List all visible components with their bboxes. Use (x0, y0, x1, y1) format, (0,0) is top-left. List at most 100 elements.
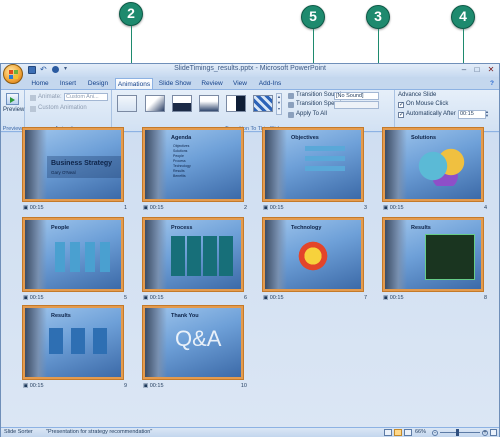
slide-number: 6 (243, 295, 247, 301)
slide-thumbnail[interactable]: Solutions (383, 128, 483, 201)
tab-home[interactable]: Home (27, 78, 53, 89)
gallery-scroll-icon[interactable]: ▲ ▼ ▾ (276, 93, 282, 115)
slide-thumbnail[interactable]: Objectives (263, 128, 363, 201)
zoom-in-icon[interactable]: + (482, 430, 488, 436)
custom-animation-icon (30, 106, 36, 112)
slide-thumbnail[interactable]: Agenda Objectives Solutions People Process Te… (143, 128, 243, 201)
slide-meta: ▣ 00:15 2 (143, 205, 247, 213)
zoom-slider-thumb[interactable] (456, 429, 459, 436)
tab-insert[interactable]: Insert (55, 78, 81, 89)
office-logo-icon (9, 70, 18, 79)
slide-building-image (385, 220, 407, 289)
tab-add-ins[interactable]: Add-Ins (255, 78, 285, 89)
slide-thumbnail[interactable]: Process (143, 218, 243, 291)
transition-fade-thumb[interactable] (145, 95, 165, 112)
slide-thumbnail[interactable]: People (23, 218, 123, 291)
slide-building-image (25, 220, 47, 289)
transition-checker-thumb[interactable] (253, 95, 273, 112)
slide-building-image (25, 130, 47, 199)
slide-timing: ▣ 00:15 (383, 295, 404, 301)
tab-slide-show[interactable]: Slide Show (156, 78, 194, 89)
maximize-button[interactable]: □ (471, 65, 483, 75)
slide-time: 00:15 (389, 205, 404, 211)
slide-building-image (145, 308, 167, 377)
slide-title: Results (411, 225, 431, 231)
screenshot: 2 5 3 4 ↶ ▾ SlideTimings_results.pptx - … (0, 0, 500, 437)
slide-number: 8 (483, 295, 487, 301)
office-button[interactable] (3, 64, 23, 84)
slide-thumbnail[interactable]: Results (383, 218, 483, 291)
slide-meta: ▣ 00:15 5 (23, 295, 127, 303)
slide-meta: ▣ 00:15 4 (383, 205, 487, 213)
status-theme: "Presentation for strategy recommendatio… (46, 429, 153, 435)
minimize-button[interactable]: – (458, 65, 470, 75)
help-icon[interactable]: ? (487, 78, 497, 89)
tab-animations[interactable]: Animations (115, 78, 153, 89)
slide-title: People (51, 225, 70, 231)
slide-graphic (305, 146, 345, 176)
transition-wipe-thumb[interactable] (226, 95, 246, 112)
automatically-after-checkbox[interactable]: ✓ (398, 112, 404, 118)
transition-speed-dropdown[interactable] (334, 101, 379, 109)
slide-meta: ▣ 00:15 8 (383, 295, 487, 303)
slide-graphic (415, 146, 475, 186)
slide-sorter-pane: Business Strategy Gary O'Neal ▣ 00:15 1 Agen… (1, 128, 499, 427)
slide-number: 7 (363, 295, 367, 301)
agenda-item: Benefits (173, 174, 186, 178)
animate-icon (30, 95, 36, 101)
transition-icon: ▣ (143, 205, 150, 211)
transition-icon: ▣ (383, 295, 390, 301)
animate-dropdown[interactable]: Custom Ani... (64, 93, 108, 101)
slide-title: Process (171, 225, 193, 231)
slide-title: Results (51, 313, 71, 319)
slide-graphic (55, 242, 111, 272)
transition-cut-thumb[interactable] (172, 95, 192, 112)
transition-sound-dropdown[interactable]: [No Sound] (334, 92, 379, 100)
transition-dissolve-thumb[interactable] (199, 95, 219, 112)
animate-label: Animate: (38, 94, 62, 100)
on-mouse-click-checkbox[interactable]: ✓ (398, 102, 404, 108)
qa-text: Q&A (175, 326, 222, 351)
zoom-slider[interactable] (440, 429, 480, 436)
tab-review[interactable]: Review (198, 78, 226, 89)
slide-time: 00:15 (29, 383, 44, 389)
slide-graphic (293, 236, 333, 276)
zoom-level[interactable]: 66% (415, 429, 426, 435)
tab-design[interactable]: Design (84, 78, 112, 89)
fit-window-icon[interactable] (490, 429, 497, 436)
slide-time: 00:15 (29, 295, 44, 301)
apply-to-all-icon (288, 112, 294, 118)
zoom-out-icon[interactable]: - (432, 430, 438, 436)
slide-number: 10 (240, 383, 247, 389)
transition-icon: ▣ (143, 295, 150, 301)
agenda-list: Objectives Solutions People Process Technolo… (173, 144, 191, 179)
slide-number: 1 (123, 205, 127, 211)
tab-view[interactable]: View (229, 78, 251, 89)
status-bar: Slide Sorter "Presentation for strategy … (1, 427, 499, 437)
slide-timing: ▣ 00:15 (263, 205, 284, 211)
slide-timing: ▣ 00:15 (263, 295, 284, 301)
custom-animation-button[interactable]: Custom Animation (38, 105, 87, 111)
view-sorter-icon[interactable] (394, 429, 402, 436)
preview-group: Preview Preview (1, 90, 25, 133)
slide-thumbnail[interactable]: Thank You Q&A (143, 306, 243, 379)
transition-icon: ▣ (143, 383, 150, 389)
slide-building-image (145, 130, 167, 199)
spinner-arrows-icon[interactable]: ▲ ▼ (484, 110, 490, 119)
preview-icon[interactable] (6, 93, 19, 105)
preview-button[interactable]: Preview (3, 107, 24, 113)
close-button[interactable]: ✕ (485, 65, 497, 75)
transition-speed-icon (288, 102, 294, 108)
transition-none-thumb[interactable] (117, 95, 137, 112)
slide-meta: ▣ 00:15 1 (23, 205, 127, 213)
view-slideshow-icon[interactable] (404, 429, 412, 436)
view-normal-icon[interactable] (384, 429, 392, 436)
slide-thumbnail[interactable]: Business Strategy Gary O'Neal (23, 128, 123, 201)
slide-graphic (171, 236, 235, 276)
callout-3: 3 (366, 5, 390, 29)
callout-5: 5 (301, 5, 325, 29)
apply-to-all-button[interactable]: Apply To All (296, 111, 327, 117)
slide-thumbnail[interactable]: Results (23, 306, 123, 379)
slide-thumbnail[interactable]: Technology (263, 218, 363, 291)
automatically-after-spinner[interactable]: 00:15 (458, 110, 486, 119)
